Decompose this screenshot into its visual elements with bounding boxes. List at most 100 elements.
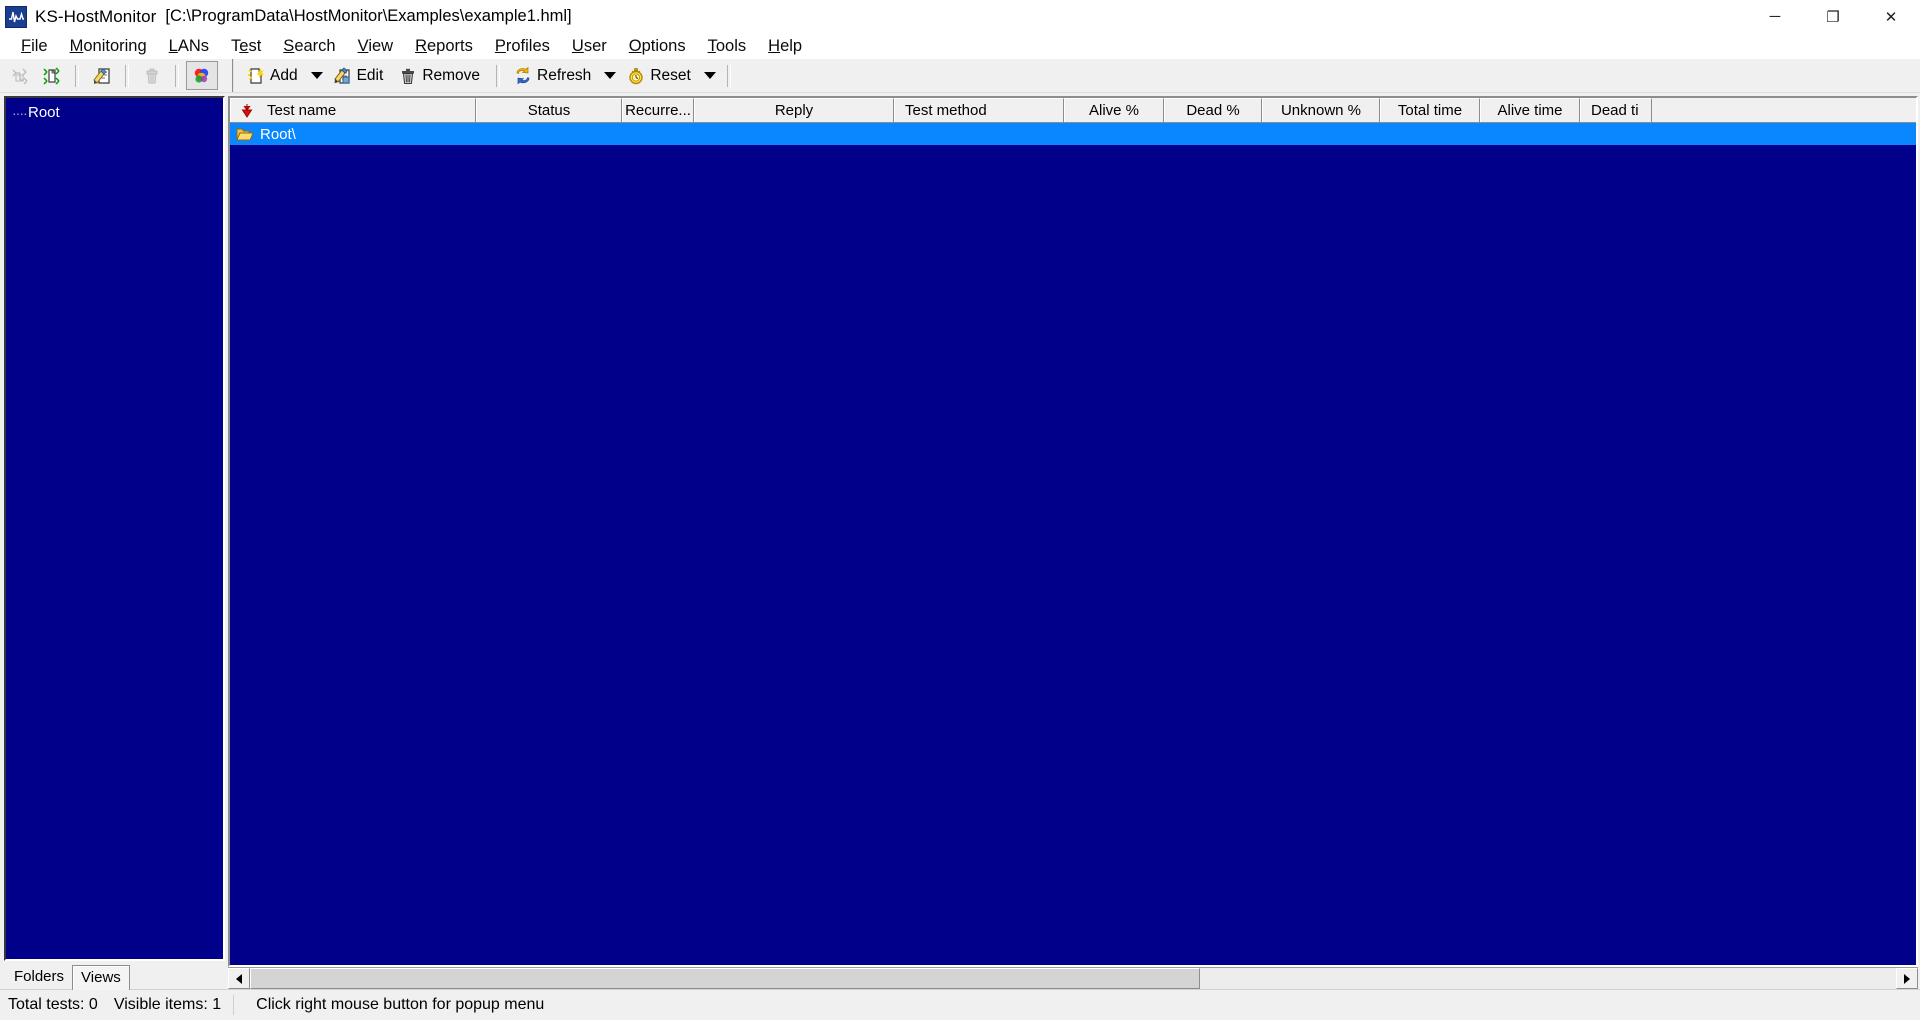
status-hint: Click right mouse button for popup menu — [256, 996, 545, 1013]
menu-profiles[interactable]: Profiles — [484, 35, 561, 58]
stopwatch-icon — [629, 67, 644, 84]
reset-button[interactable]: Reset — [620, 61, 700, 90]
application-window: KS-HostMonitor [C:\ProgramData\HostMonit… — [0, 0, 1920, 1020]
list-rows[interactable]: Root\ — [230, 123, 1916, 965]
toolbar-separator-4 — [496, 64, 501, 87]
toolbar-separator-2 — [125, 64, 129, 87]
add-button[interactable]: Add — [240, 61, 307, 90]
scroll-thumb[interactable] — [250, 968, 1200, 989]
status-divider — [233, 995, 235, 1015]
refresh-button[interactable]: Refresh — [507, 61, 600, 90]
scroll-left-button[interactable] — [228, 968, 250, 989]
close-button[interactable]: ✕ — [1862, 0, 1920, 33]
tests-panel: Test name Status Recurre... Reply Test m… — [228, 93, 1920, 989]
chevron-down-icon — [703, 72, 716, 79]
column-header-label: Test name — [267, 102, 337, 119]
collapse-folder-icon — [43, 66, 60, 85]
menu-bar: File Monitoring LANs Test Search View Re… — [0, 33, 1920, 59]
toolbar-separator-3 — [175, 64, 179, 87]
column-header-unknown-percent[interactable]: Unknown % — [1262, 98, 1380, 122]
edit-folder-icon — [93, 67, 110, 84]
chevron-down-icon — [310, 72, 323, 79]
status-bar: Total tests: 0 Visible items: 1 Click ri… — [0, 989, 1920, 1020]
column-header-recurrences[interactable]: Recurre... — [622, 98, 694, 122]
edit-folder-button[interactable] — [86, 61, 118, 90]
toolbar-folder-group — [0, 59, 234, 92]
reset-button-label: Reset — [650, 66, 691, 84]
open-folder-icon — [236, 128, 254, 140]
menu-test[interactable]: Test — [220, 35, 272, 58]
toolbar-separator — [75, 64, 79, 87]
menu-tools[interactable]: Tools — [697, 35, 758, 58]
tests-list-view: Test name Status Recurre... Reply Test m… — [228, 96, 1918, 967]
tab-views[interactable]: Views — [72, 965, 130, 990]
remove-button-label: Remove — [422, 66, 481, 84]
column-header-dead-time[interactable]: Dead ti — [1580, 98, 1652, 122]
expand-all-folders-button[interactable] — [4, 61, 36, 90]
tree-item-root[interactable]: ···· Root — [6, 104, 223, 121]
refresh-dropdown-arrow[interactable] — [600, 62, 620, 89]
trash-icon — [402, 68, 415, 84]
tree-connector-icon: ···· — [12, 104, 28, 121]
column-header-alive-time[interactable]: Alive time — [1480, 98, 1580, 122]
delete-folder-button[interactable] — [136, 61, 168, 90]
toolbar-separator-5 — [726, 64, 731, 87]
folders-tree[interactable]: ···· Root — [4, 96, 225, 961]
menu-file[interactable]: File — [10, 35, 59, 58]
menu-monitoring[interactable]: Monitoring — [59, 35, 158, 58]
reset-dropdown-arrow[interactable] — [700, 62, 720, 89]
minimize-button[interactable]: ─ — [1746, 0, 1804, 33]
menu-help[interactable]: Help — [757, 35, 813, 58]
arrow-right-icon — [1904, 973, 1910, 984]
expand-all-folders-icon — [12, 68, 28, 84]
panel-tabs: Folders Views — [4, 961, 225, 990]
app-title: KS-HostMonitor — [35, 6, 157, 26]
folders-panel: ···· Root Folders Views — [0, 93, 228, 990]
hostmonitor-logo-icon — [5, 5, 27, 28]
menu-reports[interactable]: Reports — [404, 35, 484, 58]
menu-options[interactable]: Options — [618, 35, 697, 58]
column-header-dead-percent[interactable]: Dead % — [1164, 98, 1262, 122]
edit-test-icon — [333, 66, 350, 84]
refresh-button-label: Refresh — [537, 66, 592, 84]
status-visible-items: Visible items: 1 — [113, 996, 222, 1013]
collapse-folder-button[interactable] — [36, 61, 68, 90]
tree-item-label: Root — [28, 104, 60, 121]
restore-button[interactable]: ❐ — [1804, 0, 1862, 33]
row-test-name: Root\ — [260, 125, 296, 143]
list-column-headers: Test name Status Recurre... Reply Test m… — [230, 98, 1916, 123]
edit-button[interactable]: Edit — [327, 61, 393, 90]
menu-lans[interactable]: LANs — [158, 35, 220, 58]
horizontal-scrollbar[interactable] — [228, 967, 1918, 989]
colors-palette-button[interactable] — [186, 61, 218, 90]
document-path: [C:\ProgramData\HostMonitor\Examples\exa… — [165, 7, 572, 25]
menu-view[interactable]: View — [347, 35, 404, 58]
new-test-icon — [248, 67, 264, 84]
refresh-arrows-icon — [516, 66, 530, 84]
main-body: ···· Root Folders Views Test name Status… — [0, 93, 1920, 990]
arrow-left-icon — [236, 973, 242, 984]
column-header-reply[interactable]: Reply — [694, 98, 894, 122]
column-header-total-time[interactable]: Total time — [1380, 98, 1480, 122]
scroll-right-button[interactable] — [1896, 968, 1918, 989]
chevron-down-icon — [604, 72, 617, 79]
menu-search[interactable]: Search — [272, 35, 346, 58]
add-button-label: Add — [270, 66, 298, 84]
column-header-alive-percent[interactable]: Alive % — [1064, 98, 1164, 122]
title-bar: KS-HostMonitor [C:\ProgramData\HostMonit… — [0, 0, 1920, 33]
tab-folders[interactable]: Folders — [6, 965, 72, 989]
delete-folder-icon — [146, 68, 158, 83]
window-controls: ─ ❐ ✕ — [1746, 0, 1920, 33]
scroll-track[interactable] — [250, 968, 1896, 989]
add-dropdown-arrow[interactable] — [307, 62, 327, 89]
column-header-test-name[interactable]: Test name — [230, 98, 476, 122]
colors-palette-icon — [194, 68, 209, 83]
column-header-test-method[interactable]: Test method — [894, 98, 1064, 122]
column-header-status[interactable]: Status — [476, 98, 622, 122]
toolbar: Add Edit Remove Refresh Reset — [0, 59, 1920, 93]
sort-descending-icon — [241, 103, 253, 118]
menu-user[interactable]: User — [561, 35, 618, 58]
edit-button-label: Edit — [356, 66, 384, 84]
table-row[interactable]: Root\ — [230, 123, 1916, 145]
remove-button[interactable]: Remove — [392, 61, 489, 90]
